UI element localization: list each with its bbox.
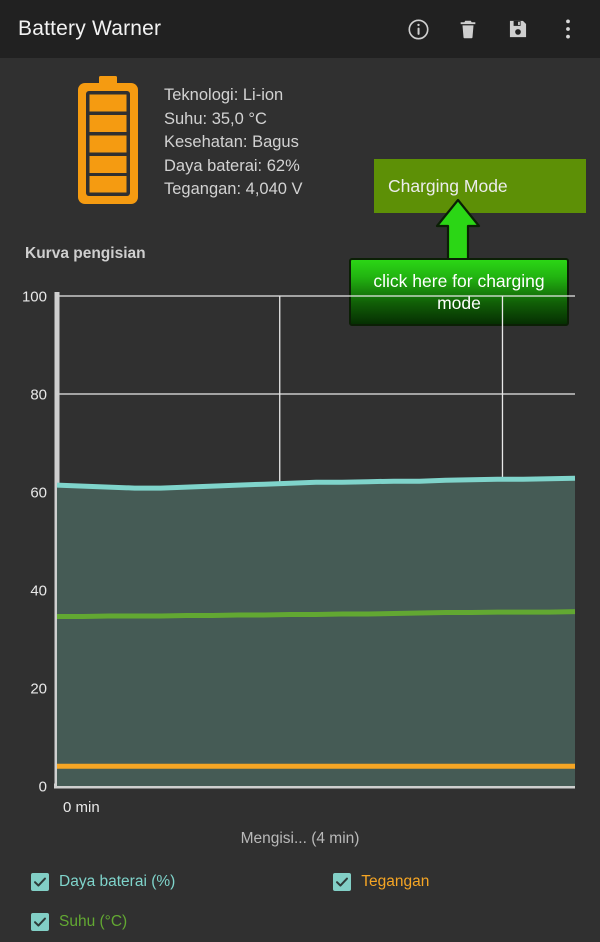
battery-technology: Teknologi: Li-ion (164, 84, 303, 108)
legend-item-voltage[interactable]: Tegangan (333, 873, 429, 891)
y-axis-tick-label: 0 (39, 779, 47, 796)
battery-info-text: Teknologi: Li-ion Suhu: 35,0 °C Kesehata… (164, 74, 303, 202)
legend-item-battery-level[interactable]: Daya baterai (%) (31, 873, 175, 891)
charging-curve-chart: 0 20 40 60 80 100 0 min (0, 278, 600, 813)
checkbox-checked-icon[interactable] (31, 913, 49, 931)
battery-health: Kesehatan: Bagus (164, 131, 303, 155)
y-axis-tick-label: 60 (30, 485, 47, 502)
series-area-Daya baterai (%) (57, 478, 575, 786)
save-icon[interactable] (506, 17, 530, 41)
legend-label-temperature: Suhu (°C) (59, 913, 127, 931)
battery-temperature: Suhu: 35,0 °C (164, 108, 303, 132)
checkbox-checked-icon[interactable] (333, 873, 351, 891)
legend-item-temperature[interactable]: Suhu (°C) (31, 913, 127, 931)
y-axis-tick-label: 100 (22, 289, 47, 306)
charging-status-text: Mengisi... (4 min) (0, 830, 600, 848)
x-axis-tick-label: 0 min (63, 799, 100, 813)
page-title: Battery Warner (18, 17, 161, 41)
chart-title: Kurva pengisian (25, 245, 146, 263)
y-axis-tick-label: 40 (30, 583, 47, 600)
battery-level: Daya baterai: 62% (164, 155, 303, 179)
app-toolbar: Battery Warner (0, 0, 600, 58)
y-axis-tick-label: 80 (30, 387, 47, 404)
overflow-menu-icon[interactable] (556, 17, 580, 41)
legend-label-battery-level: Daya baterai (%) (59, 873, 175, 891)
checkbox-checked-icon[interactable] (31, 873, 49, 891)
delete-icon[interactable] (456, 17, 480, 41)
battery-voltage: Tegangan: 4,040 V (164, 178, 303, 202)
battery-icon (74, 74, 142, 206)
info-icon[interactable] (406, 17, 430, 41)
y-axis-tick-label: 20 (30, 681, 47, 698)
legend-row-2: Suhu (°C) (0, 902, 600, 942)
charging-mode-button[interactable]: Charging Mode (374, 159, 586, 213)
legend-label-voltage: Tegangan (361, 873, 429, 891)
chart-legend: Daya baterai (%) Tegangan Suhu (°C) (0, 862, 600, 942)
toolbar-actions (406, 17, 584, 41)
legend-row-1: Daya baterai (%) Tegangan (0, 862, 600, 902)
